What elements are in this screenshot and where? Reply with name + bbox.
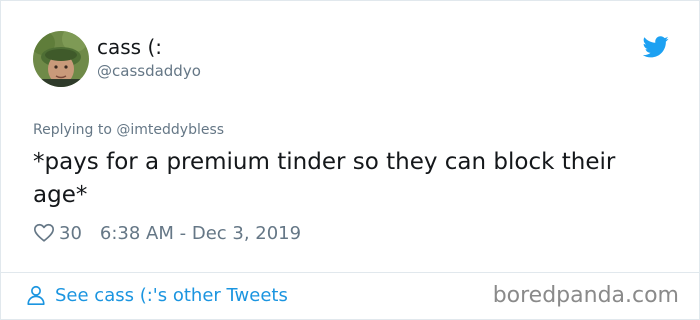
boredpanda-watermark: boredpanda.com [492, 283, 679, 308]
like-count[interactable]: 30 [59, 223, 82, 244]
reply-prefix: Replying to [33, 122, 112, 138]
person-icon [27, 285, 45, 305]
avatar[interactable] [33, 31, 89, 87]
tweet-meta: 30 6:38 AM - Dec 3, 2019 [33, 220, 301, 246]
see-other-tweets-label: See cass (:'s other Tweets [55, 284, 288, 306]
tweet-timestamp[interactable]: 6:38 AM - Dec 3, 2019 [100, 223, 301, 244]
author-display-name[interactable]: cass (: [97, 35, 162, 59]
tweet-text: *pays for a premium tinder so they can b… [33, 149, 616, 208]
heart-icon[interactable] [33, 222, 55, 244]
reply-context: Replying to @imteddybless [33, 122, 224, 138]
embedded-tweet-card: cass (: @cassdaddyo Replying to @imteddy… [0, 0, 700, 320]
reply-mention-link[interactable]: @imteddybless [116, 122, 224, 138]
avatar-image [33, 31, 89, 87]
author-handle[interactable]: @cassdaddyo [97, 62, 201, 80]
footer-divider [1, 272, 699, 273]
see-other-tweets-link[interactable]: See cass (:'s other Tweets [25, 284, 288, 306]
twitter-bird-icon[interactable] [643, 36, 669, 58]
